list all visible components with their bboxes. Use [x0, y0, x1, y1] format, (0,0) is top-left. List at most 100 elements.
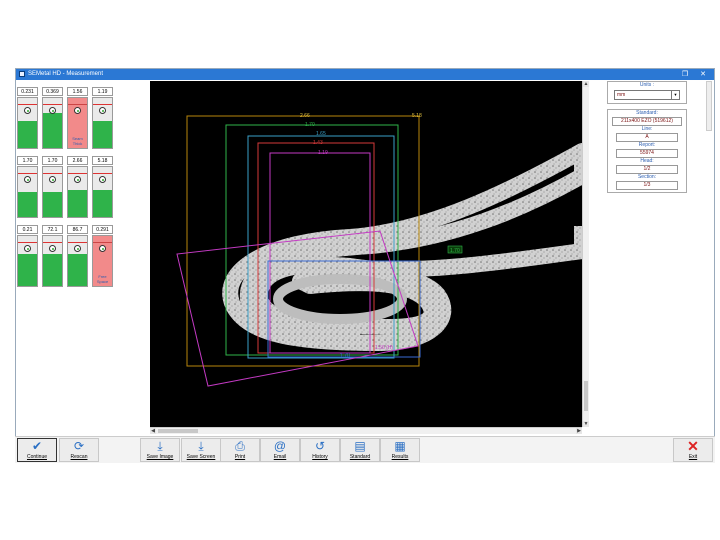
chevron-down-icon[interactable]: ▼	[671, 91, 679, 99]
gauge[interactable]: 2.66	[67, 156, 88, 218]
scroll-left-icon[interactable]: ◀	[150, 428, 156, 434]
gauge[interactable]: 0.291 Free Space	[92, 225, 113, 287]
side-scrollbar[interactable]	[706, 81, 712, 131]
gauge-fill	[68, 189, 87, 217]
scroll-right-icon[interactable]: ▶	[576, 428, 582, 434]
standard-label: Standard:	[636, 110, 658, 116]
gauge-fill	[18, 192, 37, 217]
history-button[interactable]: ↺ History	[300, 438, 340, 462]
gauge-marker-icon	[99, 245, 106, 252]
dim-label: 1.19	[318, 150, 328, 156]
gauge[interactable]: 72.1	[42, 225, 63, 287]
bottom-toolbar: ✔ Continue ⟳ Rescan ⤓ Save Image ⤓ Save …	[15, 436, 715, 463]
report-value: 55974	[616, 149, 678, 158]
history-icon: ↺	[314, 439, 326, 453]
section-label: Section:	[637, 174, 657, 180]
gauge-limit-line	[18, 242, 37, 243]
gauge-marker-icon	[24, 107, 31, 114]
gauge-value: 1.19	[92, 87, 113, 96]
gauge-limit-line	[43, 104, 62, 105]
gauge[interactable]: 0.21	[17, 225, 38, 287]
horizontal-scrollbar[interactable]: ◀ ▶	[150, 427, 582, 434]
dim-label: 1.56 (H)	[375, 345, 393, 351]
gauge-bar	[42, 166, 63, 218]
gauge-limit-line	[68, 242, 87, 243]
save-screen-button[interactable]: ⤓ Save Screen	[181, 438, 221, 462]
dim-label: 1.70	[305, 122, 315, 128]
head-value: 1/2	[616, 165, 678, 174]
gauge-bar	[67, 166, 88, 218]
gauge-value: 5.18	[92, 156, 113, 165]
gauge-bar	[67, 235, 88, 287]
gauge[interactable]: 1.70	[17, 156, 38, 218]
gauge-limit-line	[93, 173, 112, 174]
gauge[interactable]: 0.231	[17, 87, 38, 149]
gauge-fill	[68, 253, 87, 286]
vertical-scroll-thumb[interactable]	[584, 381, 588, 411]
rescan-button[interactable]: ⟳ Rescan	[59, 438, 99, 462]
gauge-fill	[93, 189, 112, 217]
save-image-button[interactable]: ⤓ Save Image	[140, 438, 180, 462]
head-label: Head:	[640, 158, 654, 164]
vertical-scrollbar[interactable]: ▲ ▼	[582, 81, 589, 427]
scroll-down-icon[interactable]: ▼	[583, 421, 589, 427]
gauge-marker-icon	[99, 107, 106, 114]
clipboard-icon: ▤	[354, 439, 366, 453]
gauge[interactable]: 86.7	[67, 225, 88, 287]
gauge-marker-icon	[24, 176, 31, 183]
dim-label: 5.18	[412, 113, 422, 119]
exit-button[interactable]: ✕ Exit	[673, 438, 713, 462]
printer-icon: ⎙	[235, 439, 245, 453]
gauge-marker-icon	[49, 176, 56, 183]
units-value: mm	[617, 92, 626, 98]
dim-label: 2.66	[300, 113, 310, 119]
gauge[interactable]: 5.18	[92, 156, 113, 218]
gauge-limit-line	[68, 173, 87, 174]
standard-value: 211x400 EZO (519612)	[612, 117, 682, 126]
results-button[interactable]: ▦ Results	[380, 438, 420, 462]
gauge-value: 1.70	[17, 156, 38, 165]
line-label: Line:	[641, 126, 653, 132]
gauge-label: Free Space	[96, 274, 109, 284]
gauge[interactable]: 0.369	[42, 87, 63, 149]
gauge-bar	[92, 166, 113, 218]
line-value: A	[616, 133, 678, 142]
gauge-bar	[17, 235, 38, 287]
refresh-icon: ⟳	[73, 439, 85, 453]
units-select[interactable]: mm ▼	[614, 90, 680, 100]
gauge-bar	[42, 97, 63, 149]
print-button[interactable]: ⎙ Print	[220, 438, 260, 462]
restore-icon[interactable]: ❐	[678, 69, 692, 80]
gauge-value: 0.369	[42, 87, 63, 96]
gauge-limit-line	[68, 104, 87, 105]
standard-button[interactable]: ▤ Standard	[340, 438, 380, 462]
gauge-limit-line	[93, 242, 112, 243]
horizontal-scroll-thumb[interactable]	[158, 429, 198, 433]
results-icon: ▦	[394, 439, 406, 453]
gauge-bar	[17, 166, 38, 218]
scroll-up-icon[interactable]: ▲	[583, 81, 589, 87]
gauge-label: Seam Thick	[72, 136, 83, 146]
continue-button[interactable]: ✔ Continue	[17, 438, 57, 462]
gauge-limit-line	[43, 242, 62, 243]
gauge-value: 1.56	[67, 87, 88, 96]
gauge-marker-icon	[49, 107, 56, 114]
checkmark-icon: ✔	[31, 439, 43, 453]
dim-label: 1.43	[313, 140, 323, 146]
gauge[interactable]: 1.19	[92, 87, 113, 149]
close-icon: ✕	[687, 438, 699, 454]
gauge-value: 86.7	[67, 225, 88, 234]
gauge-marker-icon	[74, 176, 81, 183]
gauge-value: 0.291	[92, 225, 113, 234]
gauge[interactable]: 1.56 Seam Thick	[67, 87, 88, 149]
gauge-marker-icon	[74, 107, 81, 114]
close-window-icon[interactable]: ✕	[696, 69, 710, 80]
micrograph-view[interactable]: 2.66 5.18 1.70 1.65 1.43 1.19 1.70 1.56 …	[150, 81, 582, 427]
email-icon: @	[273, 439, 287, 453]
gauge-value: 72.1	[42, 225, 63, 234]
gauge[interactable]: 1.70	[42, 156, 63, 218]
email-button[interactable]: @ Email	[260, 438, 300, 462]
gauge-limit-line	[18, 104, 37, 105]
report-label: Report:	[638, 142, 656, 148]
gauge-bar	[17, 97, 38, 149]
